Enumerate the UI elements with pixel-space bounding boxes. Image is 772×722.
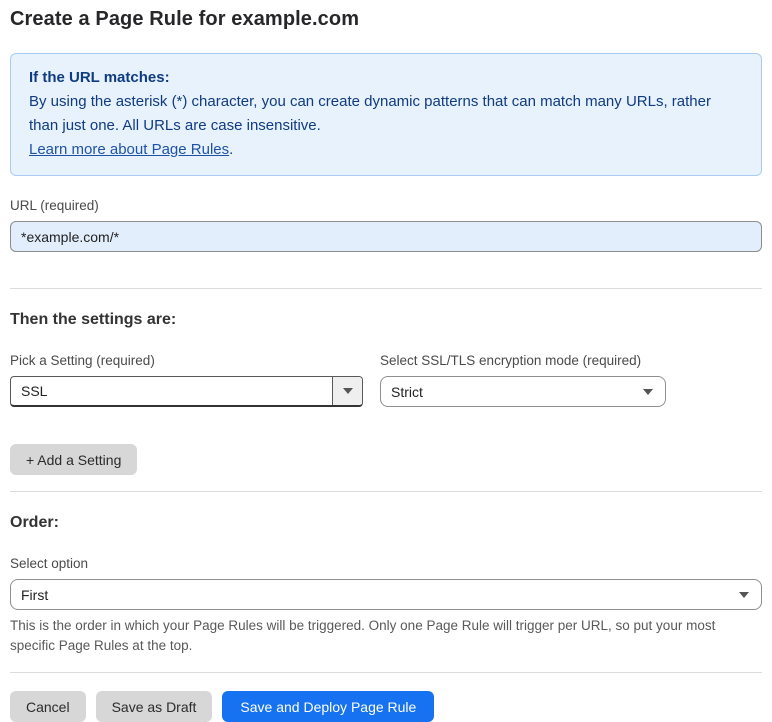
page-title: Create a Page Rule for example.com — [10, 8, 360, 30]
order-section-heading: Order: — [10, 514, 59, 531]
save-draft-button[interactable]: Save as Draft — [95, 691, 213, 722]
settings-row: Pick a Setting (required) SSL Select SSL… — [10, 353, 762, 407]
info-box-link-line: Learn more about Page Rules. — [29, 138, 743, 162]
page-rule-form: Create a Page Rule for example.com If th… — [0, 0, 772, 722]
ssl-mode-picker-label: Select SSL/TLS encryption mode (required… — [380, 353, 642, 368]
add-setting-button[interactable]: + Add a Setting — [10, 444, 138, 475]
order-select-wrap: First — [10, 579, 762, 610]
setting-picker-arrow-section[interactable] — [332, 377, 362, 405]
info-box-heading: If the URL matches: — [29, 69, 170, 86]
ssl-mode-picker-group: Select SSL/TLS encryption mode (required… — [380, 353, 666, 407]
divider — [10, 288, 762, 289]
cancel-button[interactable]: Cancel — [10, 691, 86, 722]
footer-actions: Cancel Save as Draft Save and Deploy Pag… — [10, 691, 762, 722]
chevron-down-icon — [342, 388, 353, 394]
ssl-mode-value: Strict — [391, 383, 423, 400]
setting-picker-label: Pick a Setting (required) — [10, 353, 155, 368]
order-select-value: First — [21, 586, 49, 603]
url-field-label: URL (required) — [10, 198, 99, 213]
setting-picker-group: Pick a Setting (required) SSL — [10, 353, 363, 407]
link-suffix: . — [229, 141, 234, 158]
setting-picker-select[interactable]: SSL — [10, 376, 363, 407]
info-box-body: By using the asterisk (*) character, you… — [29, 93, 711, 134]
learn-more-link[interactable]: Learn more about Page Rules — [29, 141, 229, 158]
save-deploy-button[interactable]: Save and Deploy Page Rule — [222, 691, 435, 722]
setting-picker-value: SSL — [21, 383, 48, 399]
chevron-down-icon — [739, 591, 749, 598]
divider — [10, 672, 762, 673]
order-select[interactable]: First — [10, 579, 762, 610]
divider — [10, 491, 762, 492]
url-match-info-box: If the URL matches: By using the asteris… — [10, 53, 762, 176]
order-select-label: Select option — [10, 556, 89, 571]
settings-section-heading: Then the settings are: — [10, 311, 177, 328]
order-help-text: This is the order in which your Page Rul… — [10, 618, 716, 653]
url-input[interactable] — [10, 221, 762, 252]
chevron-down-icon — [643, 388, 653, 395]
ssl-mode-select[interactable]: Strict — [380, 376, 666, 407]
